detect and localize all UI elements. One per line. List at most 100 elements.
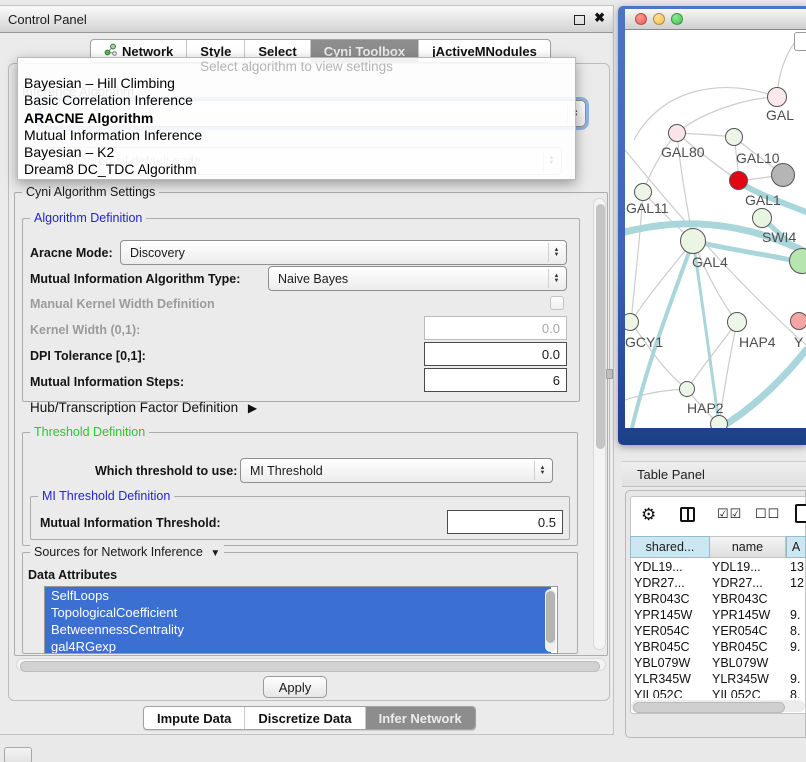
tab-impute-data[interactable]: Impute Data [144,707,244,729]
list-item-selfloops[interactable]: SelfLoops [45,587,551,604]
table-cell[interactable] [790,656,806,672]
dpi-tolerance-input[interactable]: 0.0 [424,342,567,366]
node-gal4[interactable] [680,228,706,254]
node-salmon[interactable] [790,312,806,330]
node-swi4[interactable] [752,208,772,228]
table-horizontal-scrollbar-thumb[interactable] [633,702,785,713]
traffic-minimize-icon[interactable] [653,13,665,25]
mi-algorithm-type-combobox[interactable]: Naive Bayes ▲▼ [268,266,567,291]
network-view-titlebar[interactable] [625,9,806,30]
table-cell[interactable]: YBR045C [634,640,706,656]
column-header-name[interactable]: name [710,536,786,558]
aracne-mode-label: Aracne Mode: [30,246,113,260]
popup-item-basic-correlation[interactable]: Basic Correlation Inference [18,92,575,109]
traffic-zoom-icon[interactable] [671,13,683,25]
list-item-betweennesscentrality[interactable]: BetweennessCentrality [45,621,551,638]
document-icon[interactable] [795,504,806,523]
popup-item-bayesian-hill-climbing[interactable]: Bayesian – Hill Climbing [18,75,575,92]
table-cell[interactable]: 9. [790,608,806,624]
manual-kernel-width-label: Manual Kernel Width Definition [30,297,215,311]
list-item-gal4rgexp[interactable]: gal4RGexp [45,638,551,654]
node-label: HAP4 [739,334,776,350]
table-cell[interactable]: YBR043C [712,592,782,608]
hub-definition-disclosure[interactable]: Hub/Transcription Factor Definition ▶ [30,400,257,415]
table-horizontal-scrollbar[interactable] [631,700,805,712]
select-all-columns-icon[interactable]: ☑☑ [717,506,742,522]
table-panel-titlebar[interactable]: Table Panel [622,461,806,487]
birdseye-box[interactable] [794,32,806,51]
node-bottom[interactable] [710,415,728,428]
attributes-list-scrollbar[interactable] [545,589,556,652]
node-gal11[interactable] [634,183,652,201]
table-cell[interactable]: YIL052C [634,688,706,698]
mi-steps-input[interactable]: 6 [424,368,567,392]
list-item-topologicalcoefficient[interactable]: TopologicalCoefficient [45,604,551,621]
table-cell[interactable]: 12 [790,576,806,592]
table-cell[interactable]: YBL079W [712,656,782,672]
table-cell[interactable]: YER054C [712,624,782,640]
aracne-mode-value: Discovery [130,246,185,260]
node-label: GAL1 [745,192,781,208]
attributes-list-scrollbar-thumb[interactable] [546,591,555,643]
popup-item-mutual-information[interactable]: Mutual Information Inference [18,127,575,144]
table-cell[interactable]: 9. [790,672,806,688]
node-hap4[interactable] [727,312,747,332]
settings-vertical-scrollbar[interactable] [593,198,606,650]
settings-horizontal-scrollbar[interactable] [16,658,606,671]
table-cell[interactable]: 9. [790,640,806,656]
popup-item-aracne[interactable]: ARACNE Algorithm [18,110,575,127]
kernel-width-label: Kernel Width (0,1): [30,323,140,337]
table-cell[interactable]: 8. [790,624,806,640]
table-cell[interactable]: 8. [790,688,806,698]
popup-hint: Select algorithm to view settings [18,58,575,75]
manual-kernel-width-checkbox[interactable] [550,296,564,310]
table-cell[interactable]: YPR145W [634,608,706,624]
mi-threshold-input[interactable]: 0.5 [447,510,563,534]
sources-group-title[interactable]: Sources for Network Inference ▼ [30,545,224,559]
apply-button[interactable]: Apply [263,676,327,698]
table-cell[interactable]: YDR27... [634,576,706,592]
clipped-bottom-left-button[interactable] [4,747,32,762]
network-canvas[interactable]: GAL GAL80 GAL10 GAL1 GAL11 SWI4 GAL4 GCY… [625,30,806,428]
settings-vertical-scrollbar-thumb[interactable] [596,204,605,449]
node-gal80[interactable] [668,124,686,142]
popup-item-dream8[interactable]: Dream8 DC_TDC Algorithm [18,161,575,178]
control-panel-titlebar[interactable]: Control Panel ✖ [0,6,613,33]
table-cell[interactable]: YLR345W [634,672,706,688]
float-window-icon[interactable] [574,15,585,25]
settings-horizontal-scrollbar-thumb[interactable] [20,661,600,672]
table-cell[interactable]: YBL079W [634,656,706,672]
mi-algorithm-type-label: Mutual Information Algorithm Type: [30,272,240,286]
tab-infer-network[interactable]: Infer Network [365,707,475,729]
close-icon[interactable]: ✖ [594,10,605,26]
traffic-close-icon[interactable] [635,13,647,25]
node-gal10[interactable] [725,128,743,146]
table-cell[interactable]: YBR043C [634,592,706,608]
which-threshold-combobox[interactable]: MI Threshold ▲▼ [240,458,553,483]
deselect-all-columns-icon[interactable]: ☐☐ [755,506,780,522]
table-cell[interactable]: YER054C [634,624,706,640]
table-cell[interactable] [790,592,806,608]
node-hap2[interactable] [679,381,695,397]
node-gal-top[interactable] [767,87,787,107]
node-label: HAP2 [687,400,724,416]
table-cell[interactable]: YPR145W [712,608,782,624]
table-cell[interactable]: YDR27... [712,576,782,592]
tab-discretize-data[interactable]: Discretize Data [244,707,364,729]
table-cell[interactable]: YLR345W [712,672,782,688]
column-header-clipped[interactable]: A [786,536,806,558]
popup-item-bayesian-k2[interactable]: Bayesian – K2 [18,144,575,161]
table-cell[interactable]: YDL19... [634,560,706,576]
column-header-shared-name[interactable]: shared... [630,536,710,558]
aracne-mode-combobox[interactable]: Discovery ▲▼ [120,240,567,265]
table-cell[interactable]: 13 [790,560,806,576]
table-cell[interactable]: YDL19... [712,560,782,576]
node-gray[interactable] [771,163,795,187]
kernel-width-input[interactable]: 0.0 [424,316,567,340]
table-cell[interactable]: YBR045C [712,640,782,656]
columns-icon[interactable] [680,507,695,522]
node-gal1-selected[interactable] [729,171,748,190]
gear-icon[interactable]: ⚙ [641,505,656,525]
splitpane-divider-handle[interactable] [606,369,613,379]
table-cell[interactable]: YIL052C [712,688,782,698]
